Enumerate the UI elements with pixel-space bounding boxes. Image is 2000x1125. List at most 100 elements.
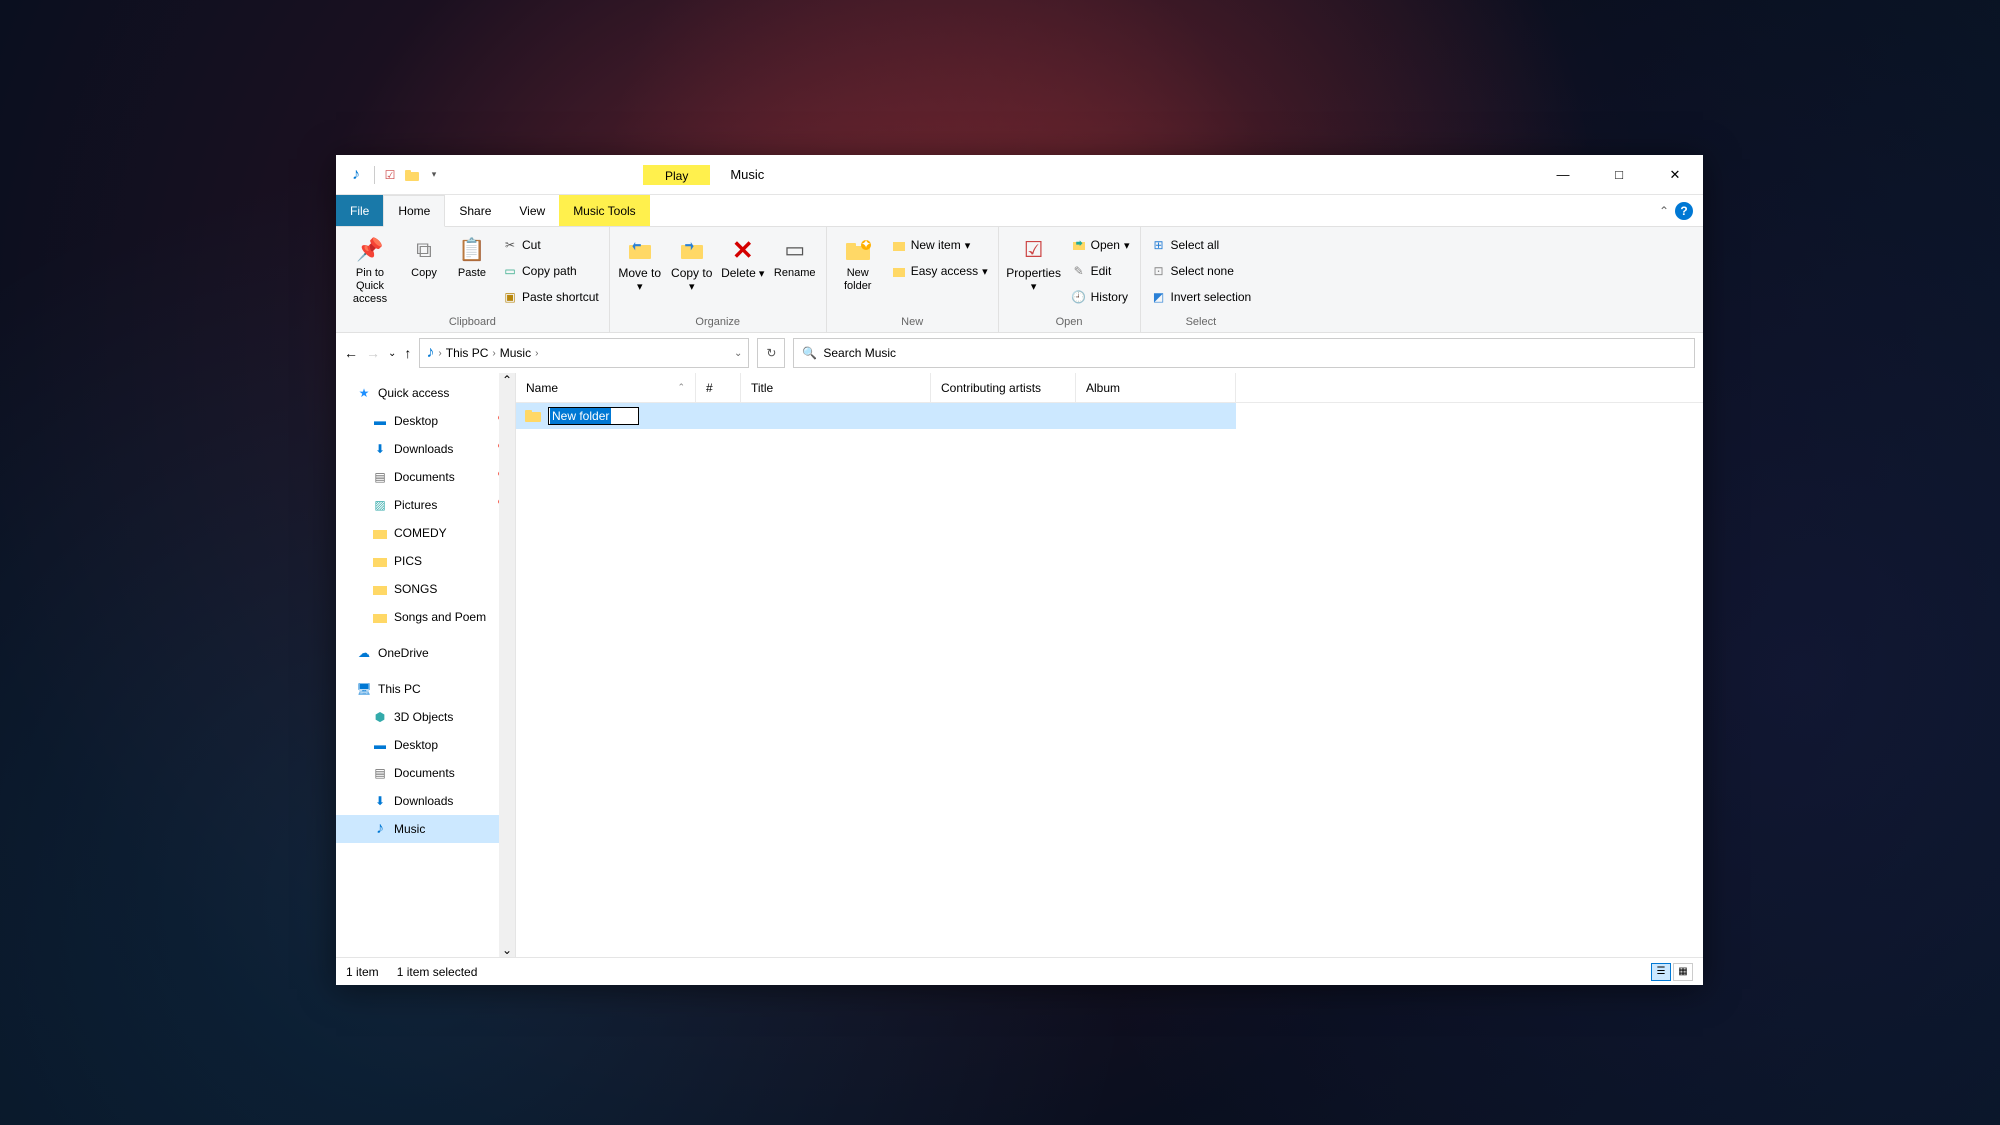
status-bar: 1 item 1 item selected ☰ ▦ bbox=[336, 957, 1703, 985]
separator bbox=[374, 166, 375, 184]
sidebar-item-3d-objects[interactable]: ⬢3D Objects bbox=[336, 703, 515, 731]
collapse-ribbon-icon[interactable]: ⌃ bbox=[1659, 204, 1669, 218]
column-title[interactable]: Title bbox=[741, 373, 931, 402]
sidebar-this-pc[interactable]: 🖥This PC bbox=[336, 675, 515, 703]
chevron-right-icon[interactable]: › bbox=[492, 348, 495, 359]
help-icon[interactable]: ? bbox=[1675, 202, 1693, 220]
minimize-button[interactable]: ― bbox=[1535, 155, 1591, 195]
ribbon-group-open: ☑Properties ▾ Open ▾ ✎Edit 🕘History Open bbox=[999, 227, 1141, 332]
ribbon-group-select: ⊞Select all ⊡Select none ◩Invert selecti… bbox=[1141, 227, 1262, 332]
sidebar-item-documents[interactable]: ▤Documents📍 bbox=[336, 463, 515, 491]
rename-input[interactable]: New folder bbox=[548, 407, 639, 425]
tab-share[interactable]: Share bbox=[445, 195, 505, 226]
rename-button[interactable]: ▭Rename bbox=[770, 231, 820, 280]
sidebar-item-comedy[interactable]: COMEDY bbox=[336, 519, 515, 547]
tab-home[interactable]: Home bbox=[383, 195, 445, 227]
search-box[interactable]: 🔍 Search Music bbox=[793, 338, 1695, 368]
music-icon: ♪ bbox=[344, 166, 368, 184]
new-folder-qat-icon[interactable] bbox=[403, 166, 421, 184]
tab-view[interactable]: View bbox=[505, 195, 559, 226]
file-explorer-window: ♪ ☑ ▾ Play Music ― □ ✕ File Home Share V… bbox=[336, 155, 1703, 985]
sidebar-item-desktop-pc[interactable]: ▬Desktop bbox=[336, 731, 515, 759]
ribbon-group-new: ✦New folder New item ▾ Easy access ▾ New bbox=[827, 227, 999, 332]
sidebar-item-music[interactable]: ♪Music bbox=[336, 815, 515, 843]
ribbon-group-clipboard: 📌Pin to Quick access ⧉Copy 📋Paste ✂Cut ▭… bbox=[336, 227, 610, 332]
copy-button[interactable]: ⧉Copy bbox=[402, 231, 446, 280]
icons-view-button[interactable]: ▦ bbox=[1673, 963, 1693, 981]
address-dropdown-icon[interactable]: ⌄ bbox=[734, 348, 742, 359]
folder-icon bbox=[524, 407, 542, 425]
breadcrumb-music[interactable]: Music bbox=[500, 346, 531, 360]
sidebar-item-pictures[interactable]: ▨Pictures📍 bbox=[336, 491, 515, 519]
sidebar-item-documents-pc[interactable]: ▤Documents bbox=[336, 759, 515, 787]
column-headers: Name⌃ # Title Contributing artists Album bbox=[516, 373, 1703, 403]
svg-text:✦: ✦ bbox=[861, 238, 871, 251]
properties-qat-icon[interactable]: ☑ bbox=[381, 166, 399, 184]
sidebar-item-pics[interactable]: PICS bbox=[336, 547, 515, 575]
status-item-count: 1 item bbox=[346, 965, 379, 979]
quick-access-toolbar: ☑ ▾ bbox=[381, 166, 443, 184]
copy-path-button[interactable]: ▭Copy path bbox=[498, 259, 603, 283]
titlebar: ♪ ☑ ▾ Play Music ― □ ✕ bbox=[336, 155, 1703, 195]
list-item[interactable]: New folder bbox=[516, 403, 1236, 429]
new-folder-button[interactable]: ✦New folder bbox=[833, 231, 883, 293]
close-button[interactable]: ✕ bbox=[1647, 155, 1703, 195]
ribbon-tabs: File Home Share View Music Tools ⌃ ? bbox=[336, 195, 1703, 227]
back-button[interactable]: ← bbox=[344, 345, 358, 361]
tab-file[interactable]: File bbox=[336, 195, 383, 226]
sidebar-item-downloads[interactable]: ⬇Downloads📍 bbox=[336, 435, 515, 463]
easy-access-button[interactable]: Easy access ▾ bbox=[887, 259, 992, 283]
select-all-button[interactable]: ⊞Select all bbox=[1147, 233, 1256, 257]
pin-to-quick-access-button[interactable]: 📌Pin to Quick access bbox=[342, 231, 398, 306]
navigation-pane: ★Quick access ▬Desktop📍 ⬇Downloads📍 ▤Doc… bbox=[336, 373, 516, 957]
music-icon: ♪ bbox=[426, 344, 434, 362]
up-button[interactable]: ↑ bbox=[404, 345, 411, 361]
paste-button[interactable]: 📋Paste bbox=[450, 231, 494, 280]
qat-dropdown-icon[interactable]: ▾ bbox=[425, 166, 443, 184]
file-list[interactable]: New folder bbox=[516, 403, 1703, 957]
paste-shortcut-button[interactable]: ▣Paste shortcut bbox=[498, 285, 603, 309]
sidebar-item-songs-and-poem[interactable]: Songs and Poem bbox=[336, 603, 515, 631]
new-item-button[interactable]: New item ▾ bbox=[887, 233, 992, 257]
sidebar-item-desktop[interactable]: ▬Desktop📍 bbox=[336, 407, 515, 435]
breadcrumb-this-pc[interactable]: This PC bbox=[446, 346, 489, 360]
status-selected-count: 1 item selected bbox=[397, 965, 478, 979]
cut-button[interactable]: ✂Cut bbox=[498, 233, 603, 257]
select-none-button[interactable]: ⊡Select none bbox=[1147, 259, 1256, 283]
sidebar-item-downloads-pc[interactable]: ⬇Downloads bbox=[336, 787, 515, 815]
sort-asc-icon: ⌃ bbox=[677, 382, 685, 393]
forward-button[interactable]: → bbox=[366, 345, 380, 361]
maximize-button[interactable]: □ bbox=[1591, 155, 1647, 195]
column-name[interactable]: Name⌃ bbox=[516, 373, 696, 402]
move-to-button[interactable]: Move to ▾ bbox=[616, 231, 664, 294]
refresh-button[interactable]: ↻ bbox=[757, 338, 785, 368]
content-pane: Name⌃ # Title Contributing artists Album… bbox=[516, 373, 1703, 957]
invert-selection-button[interactable]: ◩Invert selection bbox=[1147, 285, 1256, 309]
recent-dropdown-icon[interactable]: ⌄ bbox=[388, 348, 396, 359]
open-button[interactable]: Open ▾ bbox=[1067, 233, 1134, 257]
properties-button[interactable]: ☑Properties ▾ bbox=[1005, 231, 1063, 294]
play-context-tab[interactable]: Play bbox=[643, 165, 710, 185]
chevron-right-icon[interactable]: › bbox=[535, 348, 538, 359]
music-icon: ♪ bbox=[372, 821, 388, 837]
breadcrumb-bar[interactable]: ♪ › This PC › Music › ⌄ bbox=[419, 338, 749, 368]
sidebar-onedrive[interactable]: ☁OneDrive bbox=[336, 639, 515, 667]
delete-button[interactable]: ✕Delete ▾ bbox=[720, 231, 766, 281]
copy-to-button[interactable]: Copy to ▾ bbox=[668, 231, 716, 294]
window-controls: ― □ ✕ bbox=[1535, 155, 1703, 195]
ribbon: 📌Pin to Quick access ⧉Copy 📋Paste ✂Cut ▭… bbox=[336, 227, 1703, 333]
edit-button[interactable]: ✎Edit bbox=[1067, 259, 1134, 283]
chevron-right-icon[interactable]: › bbox=[438, 348, 441, 359]
sidebar-quick-access[interactable]: ★Quick access bbox=[336, 379, 515, 407]
address-bar: ← → ⌄ ↑ ♪ › This PC › Music › ⌄ ↻ 🔍 Sear… bbox=[336, 333, 1703, 373]
sidebar-item-songs[interactable]: SONGS bbox=[336, 575, 515, 603]
column-number[interactable]: # bbox=[696, 373, 741, 402]
details-view-button[interactable]: ☰ bbox=[1651, 963, 1671, 981]
history-button[interactable]: 🕘History bbox=[1067, 285, 1134, 309]
nav-scrollbar[interactable]: ⌃⌄ bbox=[499, 373, 515, 957]
tab-music-tools[interactable]: Music Tools bbox=[559, 195, 649, 226]
search-placeholder: Search Music bbox=[823, 346, 896, 360]
window-title: Music bbox=[730, 167, 764, 182]
column-artists[interactable]: Contributing artists bbox=[931, 373, 1076, 402]
column-album[interactable]: Album bbox=[1076, 373, 1236, 402]
